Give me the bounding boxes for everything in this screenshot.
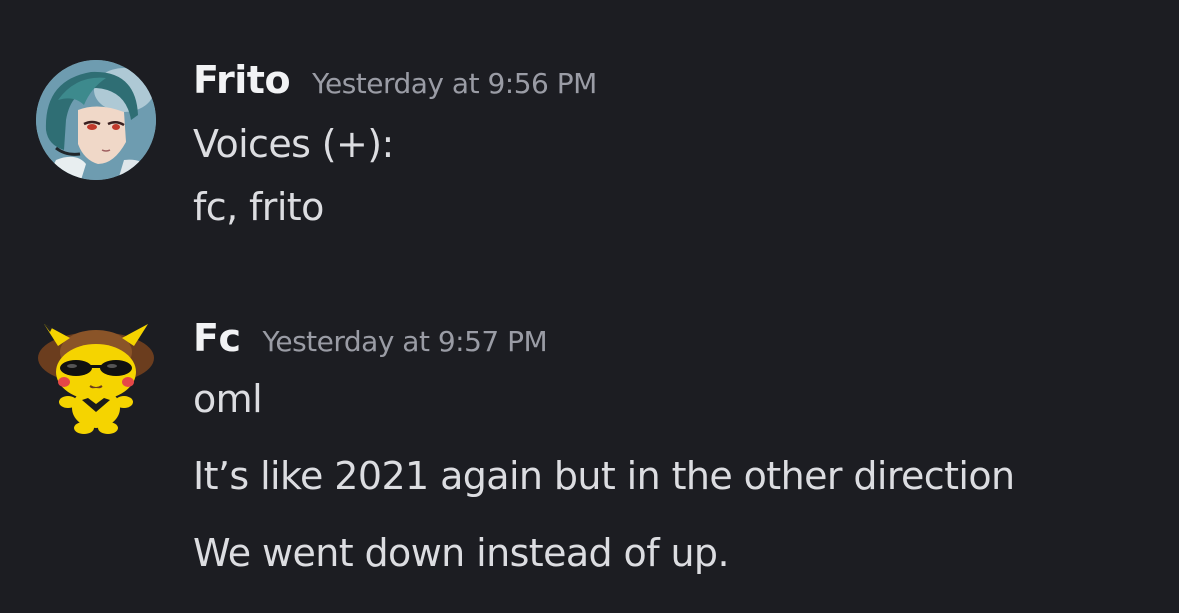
message-header: Frito Yesterday at 9:56 PM <box>193 58 597 102</box>
avatar-frito[interactable] <box>36 60 156 180</box>
avatar-fc[interactable] <box>36 316 156 436</box>
message-line: fc, frito <box>193 185 324 229</box>
author-name[interactable]: Frito <box>193 58 291 102</box>
message-timestamp: Yesterday at 9:57 PM <box>262 325 548 358</box>
message-timestamp: Yesterday at 9:56 PM <box>312 67 597 100</box>
message-line: It’s like 2021 again but in the other di… <box>193 454 1015 498</box>
anime-character-avatar-icon <box>36 60 156 180</box>
pikachu-sunglasses-avatar-icon <box>38 324 154 434</box>
message-line: We went down instead of up. <box>193 531 730 575</box>
message-header: Fc Yesterday at 9:57 PM <box>193 316 548 360</box>
message-line: Voices (+): <box>193 122 394 166</box>
author-name[interactable]: Fc <box>193 316 241 360</box>
message-line: oml <box>193 377 263 421</box>
